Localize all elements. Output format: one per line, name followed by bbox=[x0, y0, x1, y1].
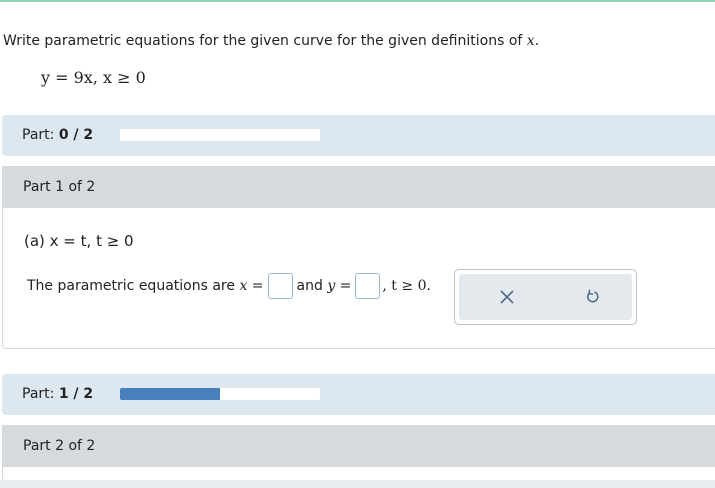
clear-answer-button[interactable] bbox=[477, 274, 537, 320]
answer-suffix: , t ≥ 0. bbox=[382, 278, 431, 294]
part-progress-label: Part: 1 / 2 bbox=[22, 386, 94, 402]
prompt-end: . bbox=[534, 33, 540, 49]
part-progress-value: 0 / 2 bbox=[58, 127, 94, 143]
part-progress-label: Part: 0 / 2 bbox=[22, 127, 94, 143]
part-header-1: Part 1 of 2 bbox=[2, 166, 715, 208]
part-progress-1: Part: 0 / 2 bbox=[2, 115, 715, 156]
part-progress-2: Part: 1 / 2 bbox=[2, 374, 715, 415]
question-prompt: Write parametric equations for the given… bbox=[3, 33, 539, 49]
progress-track bbox=[120, 129, 320, 141]
part-header-title: Part 2 of 2 bbox=[23, 438, 96, 454]
prompt-variable: x bbox=[526, 33, 535, 49]
part-header-title: Part 1 of 2 bbox=[23, 179, 96, 195]
action-panel-inner bbox=[459, 274, 632, 320]
y-label: y = bbox=[327, 278, 352, 294]
part-progress-value: 1 / 2 bbox=[58, 386, 94, 402]
answer-prefix: The parametric equations are bbox=[27, 278, 235, 294]
x-icon bbox=[500, 290, 514, 304]
given-equation: y = 9x, x ≥ 0 bbox=[41, 68, 146, 87]
part-header-2: Part 2 of 2 bbox=[2, 425, 715, 467]
x-answer-input[interactable] bbox=[267, 273, 293, 299]
y-answer-input[interactable] bbox=[355, 273, 381, 299]
answer-action-panel bbox=[454, 269, 637, 325]
part-body-1: (a) x = t, t ≥ 0 The parametric equation… bbox=[2, 208, 715, 349]
top-accent-bar bbox=[0, 0, 715, 2]
and-text: and bbox=[296, 278, 323, 294]
undo-icon bbox=[587, 289, 599, 303]
progress-fill bbox=[120, 388, 220, 400]
bottom-divider bbox=[0, 480, 715, 488]
subquestion-a: (a) x = t, t ≥ 0 bbox=[24, 232, 134, 250]
answer-line: The parametric equations are x = and y =… bbox=[27, 272, 431, 300]
undo-answer-button[interactable] bbox=[562, 274, 622, 320]
prompt-text: Write parametric equations for the given… bbox=[3, 33, 523, 49]
progress-track bbox=[120, 388, 320, 400]
x-label: x = bbox=[239, 278, 264, 294]
